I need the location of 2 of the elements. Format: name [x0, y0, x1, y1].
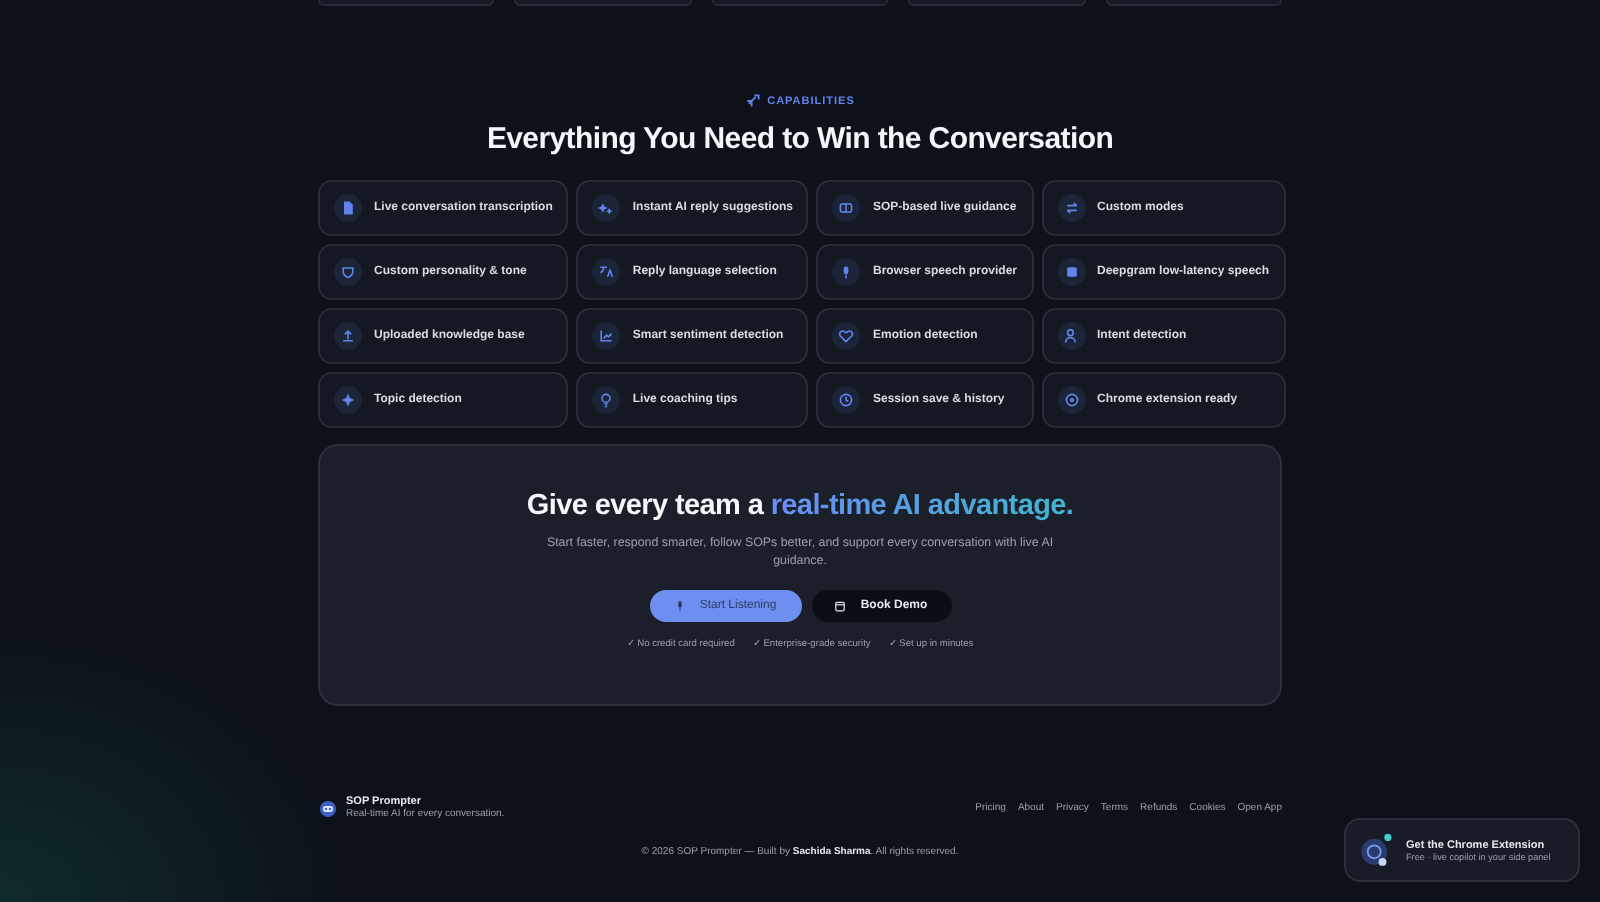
- section-title: Everything You Need to Win the Conversation: [484, 122, 1116, 156]
- cta-heading: Give every team a real-time AI advantage.: [526, 490, 1074, 522]
